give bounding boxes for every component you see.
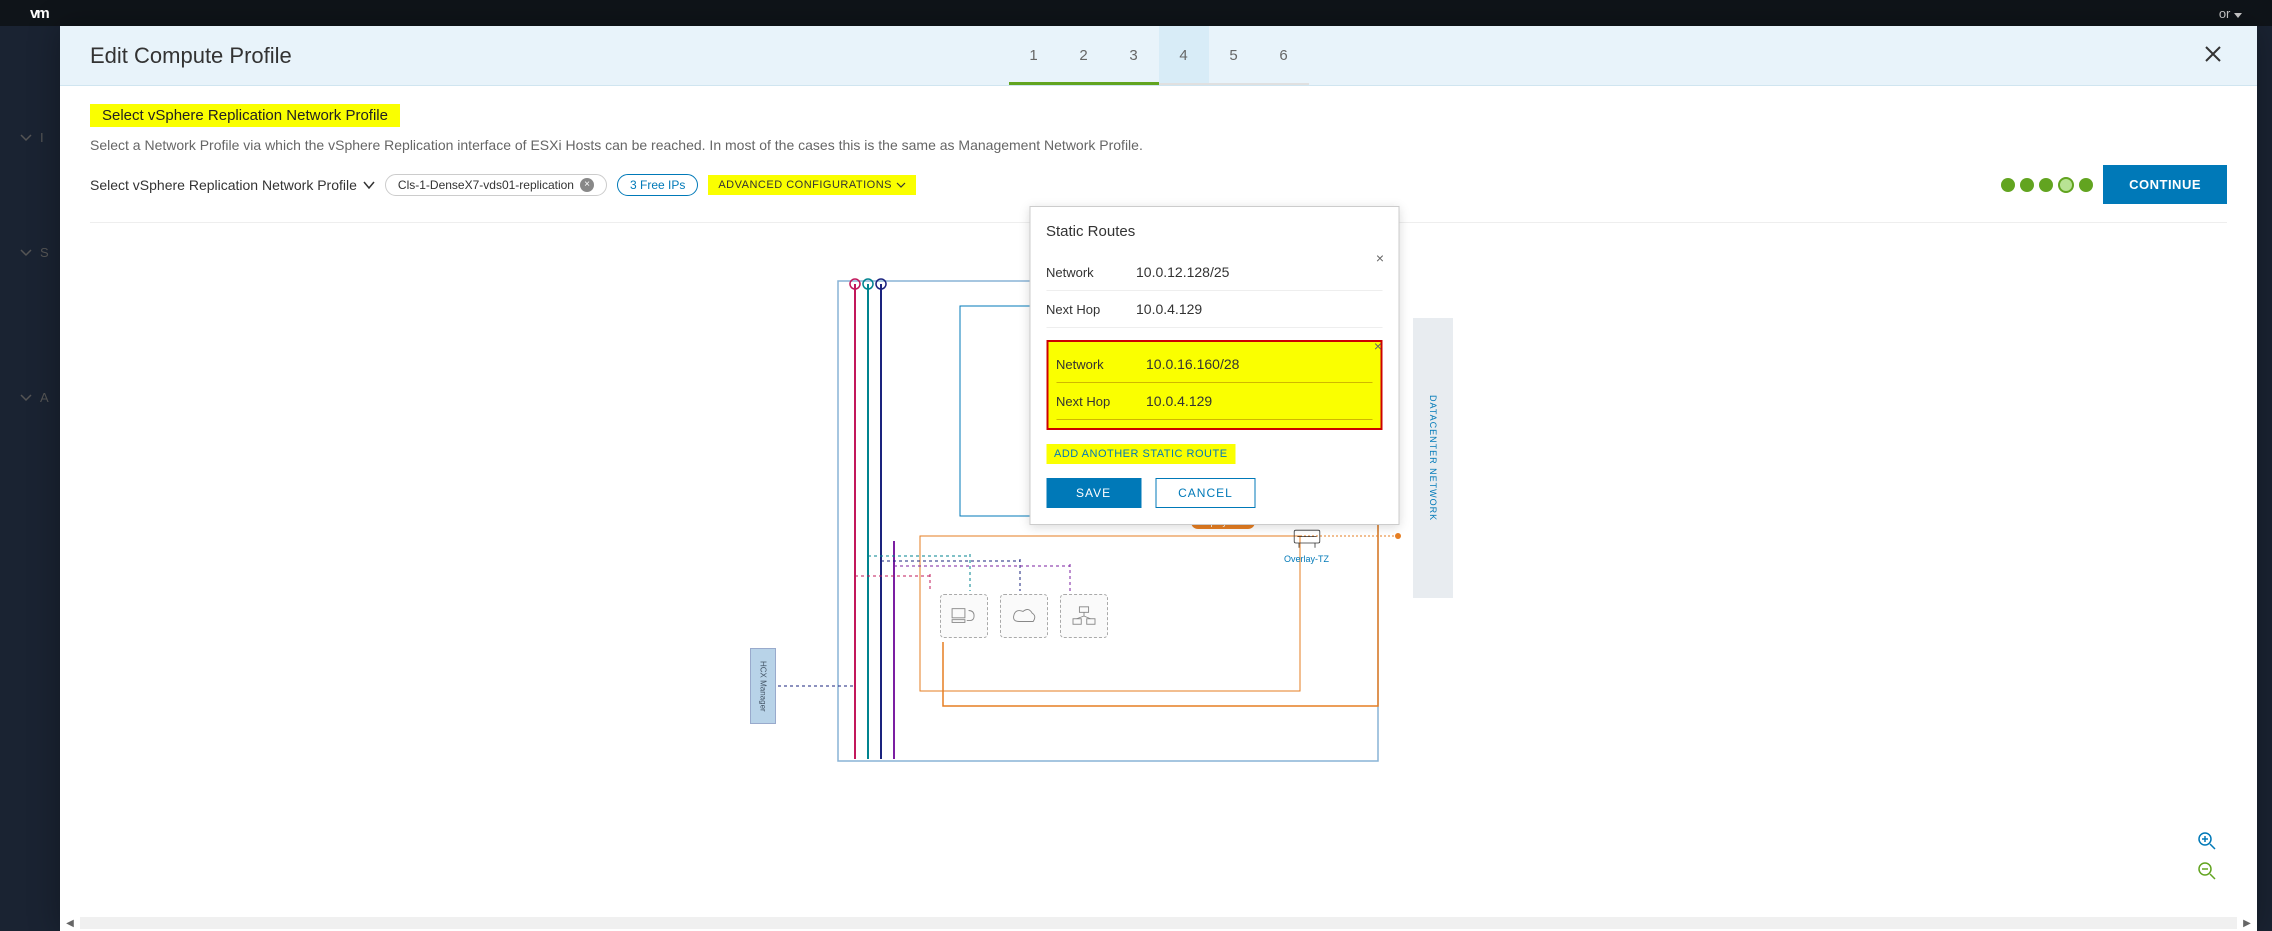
section-title: Select vSphere Replication Network Profi… xyxy=(90,104,400,127)
switch-icon xyxy=(1291,526,1323,552)
route-network-input[interactable] xyxy=(1146,352,1372,376)
chevron-down-icon xyxy=(20,392,32,404)
vm-appliance-icon xyxy=(940,594,988,638)
chevron-down-icon xyxy=(20,132,32,144)
route-network-label: Network xyxy=(1046,265,1136,280)
static-route-block: × Network Next Hop xyxy=(1046,254,1382,328)
chevron-down-icon xyxy=(20,247,32,259)
chevron-down-icon xyxy=(896,182,906,188)
route-hop-label: Next Hop xyxy=(1056,394,1146,409)
vm-cloud-icon xyxy=(1000,594,1048,638)
user-menu[interactable]: or xyxy=(2219,6,2242,21)
scroll-left-icon[interactable]: ◀ xyxy=(64,917,76,929)
status-dot xyxy=(2039,178,2053,192)
save-button[interactable]: SAVE xyxy=(1046,478,1141,508)
cancel-button[interactable]: CANCEL xyxy=(1155,478,1256,508)
continue-button[interactable]: CONTINUE xyxy=(2103,165,2227,204)
app-topbar: vm or xyxy=(0,0,2272,26)
scroll-track[interactable] xyxy=(80,917,2237,929)
wizard-step-3[interactable]: 3 xyxy=(1109,26,1159,85)
overlay-tz-node: Overlay-TZ xyxy=(1284,526,1329,564)
chevron-down-icon xyxy=(363,181,375,189)
modal-header: Edit Compute Profile 1 2 3 4 5 6 xyxy=(60,26,2257,86)
status-indicator xyxy=(2001,177,2093,193)
horizontal-scrollbar[interactable]: ◀ ▶ xyxy=(60,915,2257,931)
scroll-right-icon[interactable]: ▶ xyxy=(2241,917,2253,929)
zoom-controls xyxy=(2197,831,2217,881)
free-ips-chip[interactable]: 3 Free IPs xyxy=(617,174,698,196)
vm-network-icon xyxy=(1060,594,1108,638)
zoom-out-icon[interactable] xyxy=(2197,861,2217,881)
route-network-input[interactable] xyxy=(1136,260,1382,284)
route-hop-input[interactable] xyxy=(1146,389,1372,413)
close-button[interactable] xyxy=(2199,38,2227,74)
datacenter-network-box: DATACENTER NETWORK xyxy=(1413,318,1453,598)
add-static-route-link[interactable]: ADD ANOTHER STATIC ROUTE xyxy=(1046,444,1236,464)
advanced-configurations-link[interactable]: ADVANCED CONFIGURATIONS xyxy=(708,175,916,195)
wizard-step-1[interactable]: 1 xyxy=(1009,26,1059,85)
edit-compute-profile-modal: Edit Compute Profile 1 2 3 4 5 6 Select … xyxy=(60,26,2257,931)
zoom-in-icon[interactable] xyxy=(2197,831,2217,851)
status-dot-current xyxy=(2058,177,2074,193)
status-dot xyxy=(2001,178,2015,192)
wizard-steps: 1 2 3 4 5 6 xyxy=(1009,26,1309,85)
section-description: Select a Network Profile via which the v… xyxy=(90,137,2227,153)
modal-body: Select vSphere Replication Network Profi… xyxy=(60,86,2257,931)
vm-appliance-group xyxy=(940,594,1108,638)
vmware-logo: vm xyxy=(30,5,48,22)
status-dot xyxy=(2079,178,2093,192)
wizard-step-6[interactable]: 6 xyxy=(1259,26,1309,85)
static-routes-panel: Static Routes × Network Next Hop × Netwo… xyxy=(1029,206,1399,525)
network-profile-dropdown[interactable]: Select vSphere Replication Network Profi… xyxy=(90,177,375,193)
static-route-block-highlighted: × Network Next Hop xyxy=(1046,340,1382,430)
wizard-step-4[interactable]: 4 xyxy=(1159,26,1209,85)
route-hop-input[interactable] xyxy=(1136,297,1382,321)
remove-chip-icon[interactable]: × xyxy=(580,178,594,192)
selected-profile-chip[interactable]: Cls-1-DenseX7-vds01-replication × xyxy=(385,174,607,196)
close-icon xyxy=(2204,45,2222,63)
chevron-down-icon xyxy=(2234,13,2242,18)
modal-title: Edit Compute Profile xyxy=(90,43,292,69)
wizard-step-5[interactable]: 5 xyxy=(1209,26,1259,85)
wizard-step-2[interactable]: 2 xyxy=(1059,26,1109,85)
route-network-label: Network xyxy=(1056,357,1146,372)
panel-title: Static Routes xyxy=(1046,223,1382,240)
remove-route-icon[interactable]: × xyxy=(1374,338,1382,354)
route-hop-label: Next Hop xyxy=(1046,302,1136,317)
hcx-manager-node: HCX Manager xyxy=(750,648,776,724)
status-dot xyxy=(2020,178,2034,192)
